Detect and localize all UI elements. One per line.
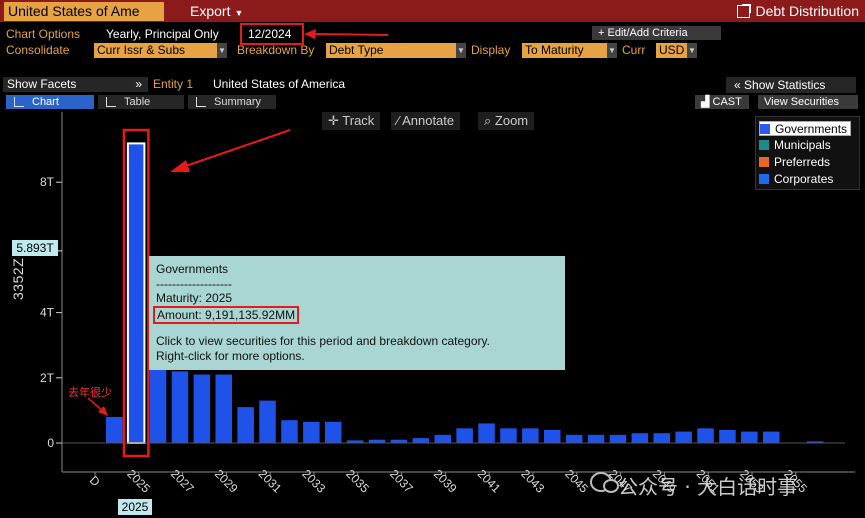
bar-2050[interactable] [675, 431, 692, 443]
bar-2046[interactable] [587, 434, 605, 443]
reference-value-label: 5.893T [12, 240, 58, 256]
bar-2027[interactable] [171, 371, 189, 443]
selected-x-label: 2025 [118, 499, 152, 515]
x-tick-label: 2027 [168, 467, 197, 496]
x-tick-label: 2043 [518, 467, 547, 496]
legend-item-governments[interactable]: Governments [759, 121, 852, 136]
legend-item-corporates[interactable]: Corporates [759, 172, 833, 187]
legend-label: Corporates [774, 172, 834, 186]
bar-2051[interactable] [697, 428, 714, 443]
bar-2030[interactable] [237, 407, 254, 443]
chart-legend: Governments Municipals Preferreds Corpor… [755, 116, 860, 190]
y-tick-label: 2T [40, 371, 55, 385]
x-tick-label: 2033 [299, 467, 328, 496]
bar-2032[interactable] [281, 420, 298, 443]
bar-2054[interactable] [763, 431, 780, 443]
bar-2048[interactable] [631, 433, 649, 443]
x-tick-label: 2041 [475, 467, 504, 496]
red-arrow-line [179, 129, 291, 169]
watermark-text: 公众号 · 大白话时事 [618, 475, 798, 499]
bar-2028[interactable] [193, 374, 211, 443]
legend-label: Municipals [774, 138, 831, 152]
x-tick-label: 2045 [562, 467, 591, 496]
tooltip-amount: Amount: 9,191,135.92MM [153, 305, 300, 324]
bar-2039[interactable] [434, 434, 452, 443]
bar-2049[interactable] [653, 433, 671, 443]
x-tick-label: 2037 [387, 467, 416, 496]
y-tick-label: 8T [40, 175, 55, 189]
bar-2029[interactable] [215, 374, 233, 443]
red-arrow-head [170, 160, 190, 172]
bar-2045[interactable] [565, 434, 583, 443]
bar-2047[interactable] [609, 434, 627, 443]
legend-swatch [760, 124, 770, 134]
x-tick-label: 2029 [212, 467, 241, 496]
y-axis-title: 3352Z [10, 257, 26, 300]
tooltip-title: Governments [156, 262, 229, 276]
y-tick-label: 4T [40, 306, 55, 320]
tooltip-hint-1: Click to view securities for this period… [156, 334, 490, 348]
x-tick-label: 2025 [124, 467, 153, 496]
x-tick-label: D [87, 473, 103, 489]
bar-2033[interactable] [303, 421, 320, 443]
bar-2031[interactable] [259, 400, 276, 443]
legend-swatch [759, 140, 769, 150]
bar-tooltip: Governments ------------------- Maturity… [149, 256, 565, 370]
annotation-note: 去年很少 [68, 386, 112, 399]
bar-2043[interactable] [522, 428, 539, 443]
legend-swatch [759, 174, 769, 184]
x-tick-label: 2035 [343, 467, 372, 496]
bar-2038[interactable] [412, 438, 430, 443]
bar-2040[interactable] [456, 428, 473, 443]
y-tick-label: 0 [47, 436, 54, 450]
bar-2053[interactable] [741, 431, 758, 443]
tooltip-hint-2: Right-click for more options. [156, 348, 305, 363]
bar-2042[interactable] [500, 428, 517, 443]
tooltip-separator: ------------------- [156, 276, 232, 291]
bar-2025[interactable] [126, 142, 146, 444]
legend-label: Preferreds [774, 155, 831, 169]
bar-2052[interactable] [719, 429, 736, 443]
bar-2034[interactable] [325, 421, 342, 443]
x-tick-label: 2039 [431, 467, 460, 496]
x-tick-label: 2031 [256, 467, 285, 496]
wechat-icon [590, 472, 619, 493]
legend-item-preferreds[interactable]: Preferreds [759, 155, 830, 170]
bar-2024[interactable] [106, 416, 123, 443]
bar-2044[interactable] [544, 429, 561, 443]
legend-label: Governments [775, 122, 848, 136]
legend-swatch [759, 157, 769, 167]
tooltip-maturity: Maturity: 2025 [156, 291, 233, 305]
legend-item-municipals[interactable]: Municipals [759, 138, 831, 153]
bar-2041[interactable] [478, 423, 495, 443]
